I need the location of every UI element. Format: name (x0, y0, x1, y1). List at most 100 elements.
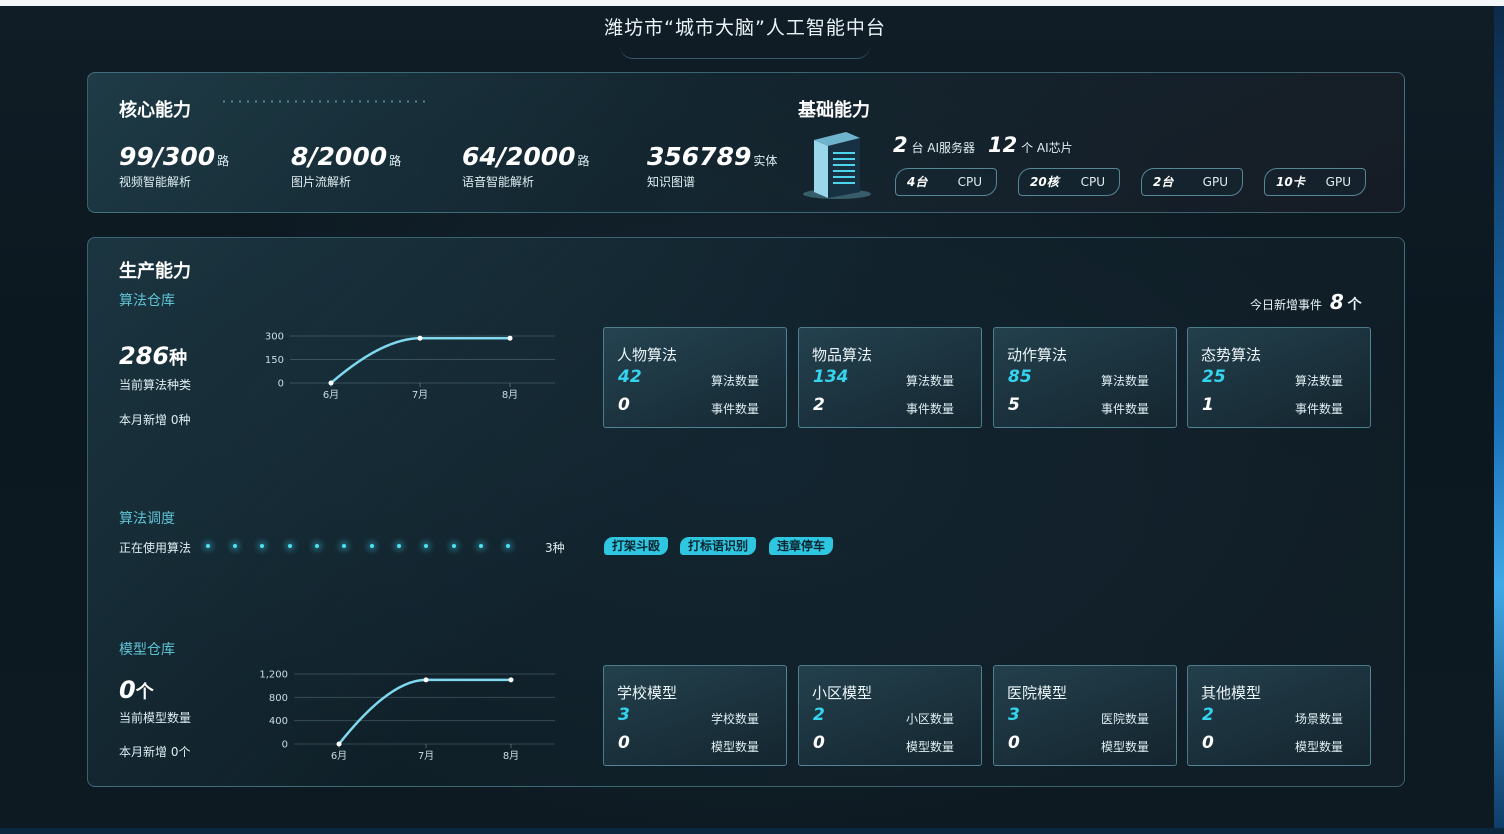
algo-tag-fight[interactable]: 打架斗殴 (604, 537, 669, 555)
schedule-progress-dots (200, 540, 520, 552)
algo-month-new: 本月新增 0种 (119, 413, 191, 427)
algo-card-object[interactable]: 物品算法 134 算法数量 2 事件数量 (798, 327, 982, 428)
x-tick-label: 8月 (503, 750, 519, 762)
page-title: 潍坊市“城市大脑”人工智能中台 (604, 17, 886, 39)
algo-in-use-count: 3种 (545, 541, 565, 555)
y-tick-label: 0 (282, 740, 288, 751)
x-tick-label: 6月 (331, 750, 347, 762)
model-trend-chart: 1,200 800 400 0 6月 7月 8月 (259, 670, 555, 762)
card-value-primary: 42 (618, 367, 642, 387)
card-value-primary: 2 (813, 705, 825, 725)
card-label-secondary: 事件数量 (1101, 402, 1150, 416)
stat-label: 图片流解析 (291, 175, 352, 189)
stat-video: 99/300 路 视频智能解析 (119, 142, 229, 190)
pill-type: GPU (1325, 175, 1351, 189)
title-decoration (620, 46, 870, 59)
card-value-secondary: 0 (1202, 733, 1214, 753)
pill-value: 20核 (1030, 175, 1059, 189)
stat-voice: 64/2000 路 语音智能解析 (462, 142, 590, 190)
base-title: 基础能力 (798, 100, 870, 121)
y-tick-label: 0 (278, 379, 284, 390)
today-value: 8 (1329, 290, 1344, 314)
model-count-unit: 个 (135, 682, 154, 703)
card-value-secondary: 1 (1202, 395, 1214, 415)
stat-knowledge: 356789 实体 知识图谱 (647, 142, 777, 190)
resource-pill-gpu-units: 2台 GPU (1141, 168, 1243, 196)
stat-value: 64/2000 (462, 142, 576, 171)
card-label-secondary: 模型数量 (1101, 740, 1150, 754)
pill-value: 4台 (907, 175, 928, 189)
data-point (336, 741, 342, 747)
y-tick-label: 1,200 (259, 670, 288, 681)
header: 潍坊市“城市大脑”人工智能中台 (560, 10, 930, 59)
card-value-primary: 3 (1008, 705, 1020, 725)
card-label-secondary: 事件数量 (906, 402, 955, 416)
algo-count: 286种 (119, 342, 187, 370)
card-title: 动作算法 (1007, 346, 1068, 364)
card-label-primary: 算法数量 (906, 374, 955, 388)
data-point (508, 677, 514, 683)
data-point (417, 335, 423, 341)
taskbar-edge (0, 828, 1504, 834)
resource-pill-cpu-units: 4台 CPU (895, 168, 997, 196)
stat-label: 知识图谱 (647, 175, 696, 189)
today-label: 今日新增事件 (1250, 298, 1323, 312)
model-month-new: 本月新增 0个 (119, 745, 191, 759)
card-title: 人物算法 (617, 346, 678, 364)
chip-value: 12 (988, 133, 1018, 157)
algo-tag-banner-recognition[interactable]: 打标语识别 (680, 537, 757, 555)
card-label-secondary: 模型数量 (906, 740, 955, 754)
pill-type: CPU (1080, 175, 1105, 189)
card-value-primary: 134 (813, 367, 849, 387)
card-value-primary: 85 (1008, 367, 1032, 387)
stat-image: 8/2000 路 图片流解析 (291, 142, 401, 190)
model-count-value: 0 (119, 676, 136, 704)
card-label-primary: 学校数量 (711, 712, 760, 726)
algo-card-situation[interactable]: 态势算法 25 算法数量 1 事件数量 (1187, 327, 1371, 428)
algo-in-use-label: 正在使用算法 (119, 541, 192, 555)
server-value: 2 (893, 133, 908, 157)
pill-value: 10卡 (1276, 175, 1305, 189)
title-dots-decoration (220, 100, 430, 103)
algo-count-value: 286 (119, 342, 170, 370)
card-title: 其他模型 (1201, 684, 1262, 702)
pill-value: 2台 (1153, 175, 1174, 189)
algo-count-unit: 种 (169, 348, 188, 369)
ai-chip-count: 12 个 AI芯片 (988, 133, 1073, 157)
stat-value: 356789 (647, 142, 752, 171)
card-value-secondary: 0 (1008, 733, 1020, 753)
model-card-school[interactable]: 学校模型 3 学校数量 0 模型数量 (603, 665, 787, 766)
model-card-community[interactable]: 小区模型 2 小区数量 0 模型数量 (798, 665, 982, 766)
card-label-primary: 小区数量 (906, 712, 955, 726)
model-count-label: 当前模型数量 (119, 711, 192, 725)
algo-tag-illegal-parking[interactable]: 违章停车 (769, 537, 834, 555)
core-title: 核心能力 (119, 100, 191, 121)
algo-card-person[interactable]: 人物算法 42 算法数量 0 事件数量 (603, 327, 787, 428)
card-value-secondary: 0 (813, 733, 825, 753)
algo-trend-chart: 300 150 0 6月 7月 8月 (265, 332, 555, 401)
data-point (423, 677, 429, 683)
stat-label: 视频智能解析 (119, 175, 192, 189)
y-tick-label: 150 (265, 355, 284, 366)
series-line (338, 678, 511, 745)
x-tick-label: 7月 (418, 750, 434, 762)
card-value-secondary: 2 (813, 395, 825, 415)
desktop-edge (1494, 6, 1504, 834)
model-card-hospital[interactable]: 医院模型 3 医院数量 0 模型数量 (993, 665, 1177, 766)
x-tick-label: 6月 (323, 389, 339, 401)
production-title: 生产能力 (119, 261, 191, 282)
server-icon (803, 132, 871, 199)
model-count: 0个 (119, 676, 154, 704)
ai-server-count: 2 台 AI服务器 (893, 133, 975, 157)
model-card-other[interactable]: 其他模型 2 场景数量 0 模型数量 (1187, 665, 1371, 766)
y-tick-label: 800 (269, 693, 288, 704)
resource-pill-cpu-cores: 20核 CPU (1018, 168, 1120, 196)
card-label-primary: 算法数量 (1295, 374, 1344, 388)
card-title: 态势算法 (1201, 346, 1262, 364)
chip-label: 个 AI芯片 (1021, 141, 1073, 155)
resource-pill-gpu-cards: 10卡 GPU (1264, 168, 1366, 196)
card-label-secondary: 事件数量 (711, 402, 760, 416)
card-value-primary: 25 (1202, 367, 1226, 387)
stat-label: 语音智能解析 (462, 175, 535, 189)
algo-card-action[interactable]: 动作算法 85 算法数量 5 事件数量 (993, 327, 1177, 428)
